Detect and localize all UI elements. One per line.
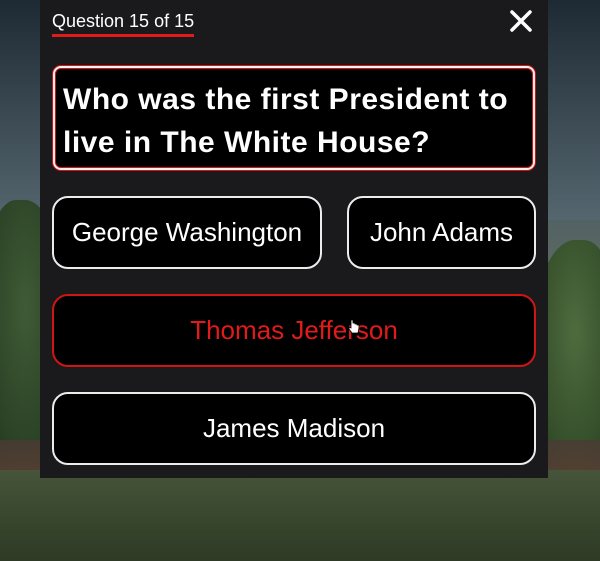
close-icon (510, 10, 532, 32)
answer-label: James Madison (202, 413, 386, 443)
question-box: Who was the first President to live in T… (53, 66, 535, 170)
answer-button-john-adams[interactable]: John Adams (347, 196, 536, 269)
answer-label: John Adams (369, 217, 514, 247)
answer-button-james-madison[interactable]: James Madison (52, 392, 536, 465)
answer-button-thomas-jefferson[interactable]: Thomas Jefferson (52, 294, 536, 367)
answer-label: George Washington (71, 217, 303, 247)
question-text: Who was the first President to live in T… (63, 83, 509, 159)
question-progress: Question 15 of 15 (52, 10, 195, 37)
quiz-panel: Question 15 of 15 Who was the first Pres… (40, 0, 548, 478)
answer-button-george-washington[interactable]: George Washington (52, 196, 322, 269)
background-lawn (0, 470, 600, 561)
close-button[interactable] (508, 8, 534, 34)
answer-label: Thomas Jefferson (190, 315, 398, 345)
